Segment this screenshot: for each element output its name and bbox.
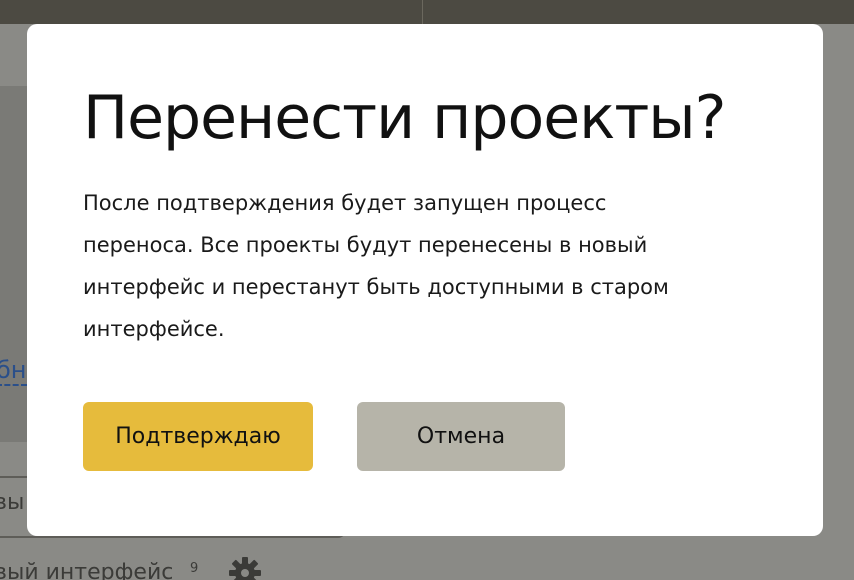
dialog-message: После подтверждения будет запущен процес… xyxy=(83,191,669,341)
background-top-bar xyxy=(0,0,854,24)
background-footer-count: 9 xyxy=(190,561,199,576)
background-top-bar-divider xyxy=(422,0,423,24)
background-link[interactable]: бн xyxy=(0,356,27,386)
gear-icon[interactable] xyxy=(228,556,262,580)
background-footer-label: вый интерфейс xyxy=(0,560,174,580)
confirm-button[interactable]: Подтверждаю xyxy=(83,402,313,471)
cancel-button[interactable]: Отмена xyxy=(357,402,565,471)
migrate-projects-dialog: Перенести проекты? После подтверждения б… xyxy=(27,24,823,536)
dialog-title: Перенести проекты? xyxy=(83,83,727,153)
background-panel xyxy=(0,86,30,442)
background-input-text: вы xyxy=(0,490,25,515)
